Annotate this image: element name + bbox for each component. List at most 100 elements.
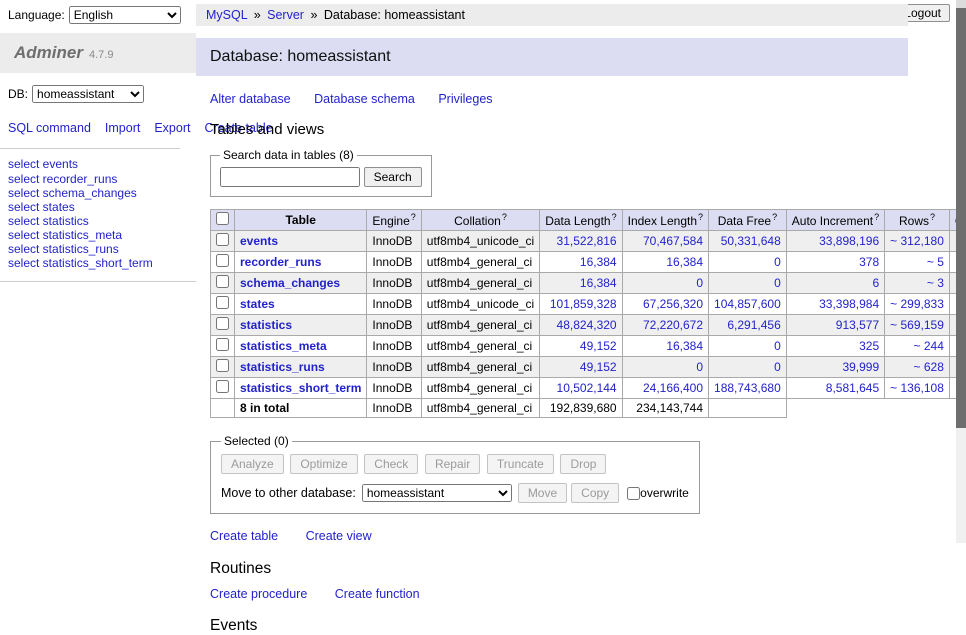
scrollbar-thumb[interactable]	[956, 8, 966, 428]
create-table-link[interactable]: Create table	[210, 529, 278, 543]
search-button[interactable]: Search	[364, 167, 422, 187]
sidebar-link-sql-command[interactable]: SQL command	[8, 121, 91, 135]
help-link[interactable]: ?	[930, 212, 935, 222]
index-length-link[interactable]: 67,256,320	[643, 297, 703, 311]
help-link[interactable]: ?	[772, 212, 777, 222]
select-all-checkbox[interactable]	[216, 212, 229, 225]
repair-button[interactable]: Repair	[425, 454, 480, 474]
table-name-link[interactable]: states	[240, 297, 275, 311]
sidebar-item-select-statistics-meta[interactable]: select statistics_meta	[8, 228, 122, 242]
rows-count-link[interactable]: ~ 299,833	[890, 297, 944, 311]
move-button[interactable]: Move	[518, 483, 567, 503]
data-length-link[interactable]: 10,502,144	[557, 381, 617, 395]
language-select[interactable]: English	[69, 6, 181, 24]
check-button[interactable]: Check	[364, 454, 418, 474]
breadcrumb-server-link[interactable]: Server	[267, 8, 304, 22]
move-db-select[interactable]: homeassistant	[362, 484, 512, 502]
data-length-link[interactable]: 101,859,328	[550, 297, 617, 311]
auto-increment-link[interactable]: 39,999	[842, 360, 879, 374]
table-name-link[interactable]: statistics_runs	[240, 360, 325, 374]
auto-increment-link[interactable]: 33,398,984	[819, 297, 879, 311]
data-length-link[interactable]: 49,152	[580, 360, 617, 374]
rows-count-link[interactable]: ~ 3	[927, 276, 944, 290]
data-length-link[interactable]: 16,384	[580, 255, 617, 269]
index-length-link[interactable]: 16,384	[666, 339, 703, 353]
rows-count-link[interactable]: ~ 5	[927, 255, 944, 269]
analyze-button[interactable]: Analyze	[221, 454, 284, 474]
table-name-link[interactable]: statistics	[240, 318, 292, 332]
copy-button[interactable]: Copy	[571, 483, 619, 503]
index-length-link[interactable]: 0	[696, 276, 703, 290]
table-name-link[interactable]: statistics_short_term	[240, 381, 361, 395]
table-name-link[interactable]: recorder_runs	[240, 255, 321, 269]
help-link[interactable]: ?	[874, 212, 879, 222]
alter-database-link[interactable]: Alter database	[210, 92, 291, 106]
data-free-link[interactable]: 0	[774, 276, 781, 290]
drop-button[interactable]: Drop	[560, 454, 606, 474]
row-checkbox[interactable]	[216, 338, 229, 351]
rows-count-link[interactable]: ~ 312,180	[890, 234, 944, 248]
data-free-link[interactable]: 0	[774, 339, 781, 353]
rows-count-link[interactable]: ~ 136,108	[890, 381, 944, 395]
index-length-link[interactable]: 16,384	[666, 255, 703, 269]
create-view-link[interactable]: Create view	[306, 529, 372, 543]
auto-increment-link[interactable]: 378	[859, 255, 879, 269]
rows-count-link[interactable]: ~ 569,159	[890, 318, 944, 332]
scrollbar-up-button[interactable]	[956, 0, 966, 8]
index-length-link[interactable]: 24,166,400	[643, 381, 703, 395]
auto-increment-link[interactable]: 913,577	[836, 318, 879, 332]
data-free-link[interactable]: 188,743,680	[714, 381, 781, 395]
sidebar-item-select-statistics-short-term[interactable]: select statistics_short_term	[8, 256, 153, 270]
overwrite-checkbox[interactable]	[627, 487, 640, 500]
help-link[interactable]: ?	[502, 212, 507, 222]
optimize-button[interactable]: Optimize	[290, 454, 357, 474]
privileges-link[interactable]: Privileges	[438, 92, 492, 106]
index-length-link[interactable]: 72,220,672	[643, 318, 703, 332]
sidebar-item-select-statistics-runs[interactable]: select statistics_runs	[8, 242, 119, 256]
data-length-link[interactable]: 31,522,816	[557, 234, 617, 248]
auto-increment-link[interactable]: 6	[872, 276, 879, 290]
row-checkbox[interactable]	[216, 359, 229, 372]
create-function-link[interactable]: Create function	[335, 587, 420, 601]
table-name-link[interactable]: schema_changes	[240, 276, 340, 290]
db-select[interactable]: homeassistant	[32, 85, 144, 103]
sidebar-item-select-schema-changes[interactable]: select schema_changes	[8, 186, 137, 200]
create-procedure-link[interactable]: Create procedure	[210, 587, 307, 601]
auto-increment-link[interactable]: 8,581,645	[826, 381, 879, 395]
breadcrumb-mysql-link[interactable]: MySQL	[206, 8, 247, 22]
row-checkbox[interactable]	[216, 275, 229, 288]
table-name-link[interactable]: events	[240, 234, 278, 248]
data-free-link[interactable]: 104,857,600	[714, 297, 781, 311]
data-length-link[interactable]: 16,384	[580, 276, 617, 290]
data-length-link[interactable]: 48,824,320	[557, 318, 617, 332]
data-length-link[interactable]: 49,152	[580, 339, 617, 353]
table-name-link[interactable]: statistics_meta	[240, 339, 327, 353]
rows-count-link[interactable]: ~ 628	[914, 360, 944, 374]
row-checkbox[interactable]	[216, 296, 229, 309]
database-schema-link[interactable]: Database schema	[314, 92, 415, 106]
sidebar-link-import[interactable]: Import	[105, 121, 140, 135]
help-link[interactable]: ?	[698, 212, 703, 222]
sidebar-item-select-events[interactable]: select events	[8, 157, 78, 171]
data-free-link[interactable]: 0	[774, 360, 781, 374]
row-checkbox[interactable]	[216, 380, 229, 393]
row-checkbox[interactable]	[216, 233, 229, 246]
help-link[interactable]: ?	[411, 212, 416, 222]
index-length-link[interactable]: 0	[696, 360, 703, 374]
sidebar-link-export[interactable]: Export	[154, 121, 190, 135]
vertical-scrollbar[interactable]	[956, 0, 966, 543]
row-checkbox[interactable]	[216, 254, 229, 267]
help-link[interactable]: ?	[612, 212, 617, 222]
truncate-button[interactable]: Truncate	[487, 454, 554, 474]
row-checkbox[interactable]	[216, 317, 229, 330]
sidebar-item-select-statistics[interactable]: select statistics	[8, 214, 89, 228]
search-input[interactable]	[220, 167, 360, 187]
index-length-link[interactable]: 70,467,584	[643, 234, 703, 248]
data-free-link[interactable]: 50,331,648	[721, 234, 781, 248]
data-free-link[interactable]: 0	[774, 255, 781, 269]
sidebar-item-select-states[interactable]: select states	[8, 200, 75, 214]
rows-count-link[interactable]: ~ 244	[914, 339, 944, 353]
auto-increment-link[interactable]: 33,898,196	[819, 234, 879, 248]
auto-increment-link[interactable]: 325	[859, 339, 879, 353]
sidebar-item-select-recorder-runs[interactable]: select recorder_runs	[8, 172, 117, 186]
